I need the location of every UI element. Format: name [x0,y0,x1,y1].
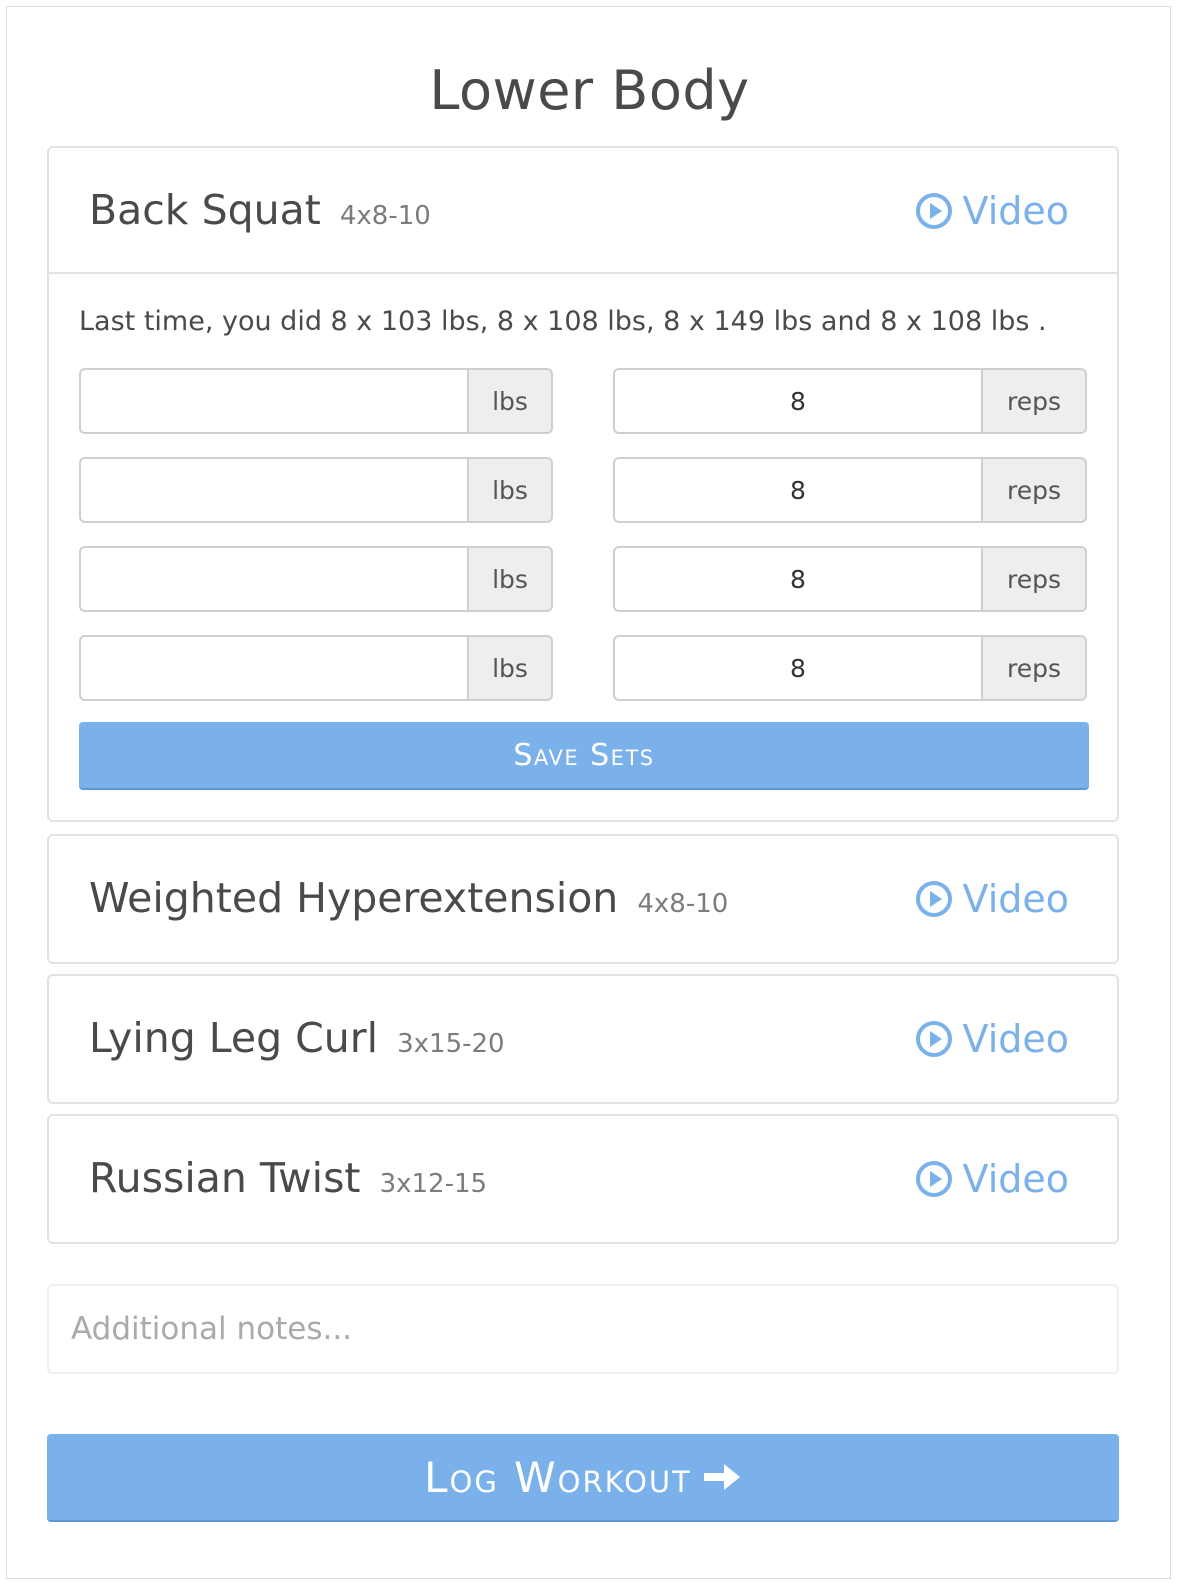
exercise-scheme: 3x12-15 [379,1169,488,1199]
video-link-label: Video [962,1017,1069,1061]
reps-unit-label: reps [981,368,1087,434]
page-title: Lower Body [429,59,750,122]
play-circle-icon [915,1161,952,1197]
exercise-panel-back-squat: Back Squat 4x8-10 Video Last time, you d… [47,146,1119,822]
exercise-header[interactable]: Russian Twist 3x12-15 Video [49,1116,1117,1242]
play-circle-icon [915,1021,952,1057]
exercise-panel-weighted-hyperextension[interactable]: Weighted Hyperextension 4x8-10 Video [47,834,1119,964]
exercise-name: Russian Twist [89,1154,361,1202]
play-circle-icon [915,881,952,917]
exercise-title: Back Squat 4x8-10 [89,186,431,234]
exercise-panel-russian-twist[interactable]: Russian Twist 3x12-15 Video [47,1114,1119,1244]
reps-input-group-set-4: reps [613,635,1087,701]
reps-input-group-set-1: reps [613,368,1087,434]
reps-input-set-3[interactable] [613,546,981,612]
video-link[interactable]: Video [915,188,1069,234]
weight-input-group-set-3: lbs [79,546,553,612]
exercise-header[interactable]: Back Squat 4x8-10 Video [49,148,1117,274]
exercise-name: Weighted Hyperextension [89,874,619,922]
reps-unit-label: reps [981,457,1087,523]
reps-input-group-set-3: reps [613,546,1087,612]
exercise-title: Lying Leg Curl 3x15-20 [89,1014,505,1062]
weight-input-set-4[interactable] [79,635,467,701]
weight-input-group-set-1: lbs [79,368,553,434]
video-link[interactable]: Video [915,1156,1069,1202]
save-sets-button[interactable]: Save Sets [79,722,1089,790]
exercise-name: Back Squat [89,186,321,234]
notes-input[interactable] [47,1284,1119,1374]
weight-unit-label: lbs [467,457,553,523]
exercise-scheme: 3x15-20 [397,1029,505,1059]
log-workout-label: Log Workout [424,1452,692,1502]
reps-unit-label: reps [981,546,1087,612]
video-link[interactable]: Video [915,876,1069,922]
exercise-body: Last time, you did 8 x 103 lbs, 8 x 108 … [49,274,1117,818]
exercise-scheme: 4x8-10 [637,889,729,919]
weight-input-group-set-2: lbs [79,457,553,523]
play-circle-icon [915,193,952,229]
video-link-label: Video [962,877,1069,921]
reps-input-group-set-2: reps [613,457,1087,523]
exercise-name: Lying Leg Curl [89,1014,379,1062]
video-link-label: Video [962,1157,1069,1201]
reps-input-set-1[interactable] [613,368,981,434]
exercise-title: Weighted Hyperextension 4x8-10 [89,874,728,922]
exercise-scheme: 4x8-10 [339,201,431,231]
weight-input-set-3[interactable] [79,546,467,612]
video-link[interactable]: Video [915,1016,1069,1062]
reps-input-set-4[interactable] [613,635,981,701]
weight-unit-label: lbs [467,635,553,701]
last-time-summary: Last time, you did 8 x 103 lbs, 8 x 108 … [79,306,1047,337]
exercise-header[interactable]: Lying Leg Curl 3x15-20 Video [49,976,1117,1102]
log-workout-button[interactable]: Log Workout [47,1434,1119,1522]
exercise-panel-lying-leg-curl[interactable]: Lying Leg Curl 3x15-20 Video [47,974,1119,1104]
exercise-title: Russian Twist 3x12-15 [89,1154,487,1202]
weight-input-set-1[interactable] [79,368,467,434]
exercise-header[interactable]: Weighted Hyperextension 4x8-10 Video [49,836,1117,962]
arrow-right-icon [703,1464,740,1490]
workout-card: Lower Body Back Squat 4x8-10 Video Last … [6,6,1171,1579]
weight-unit-label: lbs [467,368,553,434]
weight-input-set-2[interactable] [79,457,467,523]
weight-unit-label: lbs [467,546,553,612]
video-link-label: Video [962,189,1069,233]
reps-input-set-2[interactable] [613,457,981,523]
reps-unit-label: reps [981,635,1087,701]
weight-input-group-set-4: lbs [79,635,553,701]
